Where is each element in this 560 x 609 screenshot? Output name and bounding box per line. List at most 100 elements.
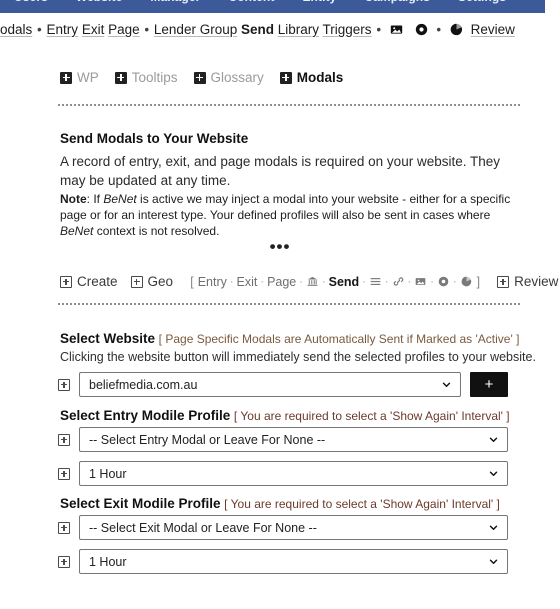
note-emphasis-1: BeNet [103,192,137,206]
topnav-item-manager[interactable]: Manager [150,0,200,3]
expand-plus-icon[interactable] [58,378,70,391]
geo-label: Geo [147,274,174,289]
image-icon[interactable] [415,276,426,287]
breadcrumb-item-triggers[interactable]: Triggers [323,22,372,37]
link-icon[interactable] [393,276,404,287]
breadcrumb-separator: • [376,22,382,37]
create-button[interactable]: Create [60,274,118,289]
tab-tooltips[interactable]: Tooltips [114,70,178,85]
topnav-item-content[interactable]: Content [228,0,274,3]
plus-square-icon[interactable] [193,71,206,84]
action-item-entry[interactable]: Entry [198,275,227,289]
bank-icon [307,276,318,286]
ellipsis-divider: ••• [269,237,291,256]
breadcrumb-item-exit[interactable]: Exit [82,22,105,37]
breadcrumb-separator: • [37,22,42,37]
select-website-label: Select Website [60,331,156,346]
breadcrumb-item-entry[interactable]: Entry [47,22,79,37]
topnav-item-campaigns[interactable]: Campaigns [364,0,430,3]
top-navigation-bar[interactable]: Users Website Manager Content Entity Campaign… [0,0,545,13]
breadcrumb-item-page[interactable]: Page [108,22,140,37]
tab-glossary[interactable]: Glossary [193,70,264,85]
expand-plus-icon[interactable] [58,433,70,446]
entry-interval-select[interactable]: 1 Hour [79,461,508,486]
expand-plus-icon[interactable] [58,521,70,534]
select-website-subtext: Clicking the website button will immedia… [60,350,536,364]
topnav-item-users[interactable]: Users [14,0,48,3]
note-emphasis-2: BeNet [60,224,94,238]
select-website-label-line: Select Website [ Page Specific Modals ar… [60,331,519,346]
review-button[interactable]: Review [497,274,558,289]
item-separator: · [229,275,234,288]
action-item-page[interactable]: Page [267,275,296,289]
geo-button[interactable]: Geo [130,274,174,289]
tab-modals[interactable]: Modals [279,70,344,85]
link-icon [393,277,403,286]
plus-square-icon[interactable] [60,71,72,84]
pie-chart-icon [461,276,471,287]
item-separator: · [384,275,389,288]
breadcrumb-separator: • [144,22,150,37]
add-website-button[interactable]: + [470,372,508,397]
action-item-send[interactable]: Send [329,275,360,289]
plus-square-icon[interactable] [114,71,127,84]
page-root: Users Website Manager Content Entity Campaign… [0,0,560,609]
select-entry-hint: [ You are required to select a 'Show Aga… [233,409,510,423]
record-circle-icon [415,23,427,36]
select-entry-label-line: Select Entry Modile Profile [ You are re… [60,408,510,423]
section-heading: Send Modals to Your Website [60,131,249,146]
action-row[interactable]: Create Geo[Entry · Exit · Page · · Send · · · · ·] Rev… [60,274,558,289]
pie-chart-icon[interactable] [450,23,463,36]
pie-chart-icon [450,23,462,36]
divider-bottom [58,303,520,305]
action-item-exit[interactable]: Exit [237,275,258,289]
tab-label: Tooltips [131,70,178,85]
entry-profile-field-row: -- Select Entry Modal or Leave For None … [58,427,508,452]
tab-label: Glossary [210,70,264,85]
plus-square-outline-icon[interactable] [497,275,510,288]
expand-plus-icon[interactable] [58,467,70,480]
website-select-value: beliefmedia.com.au [89,377,198,392]
list-icon[interactable] [370,276,381,287]
website-select[interactable]: beliefmedia.com.au [79,372,461,397]
image-icon[interactable] [390,23,403,36]
note-text-1: : If [86,192,104,206]
entry-interval-value: 1 Hour [89,466,127,481]
topnav-item-settings[interactable]: Settings [458,0,506,3]
item-separator: · [407,275,412,288]
bank-icon[interactable] [307,276,318,287]
exit-interval-select[interactable]: 1 Hour [79,549,508,574]
note-label: Note [60,192,87,206]
exit-profile-select[interactable]: -- Select Exit Modal or Leave For None -… [79,515,508,540]
breadcrumb-item-library[interactable]: Library [278,22,319,37]
plus-square-icon[interactable] [279,71,292,84]
section-note: Note: If BeNet is active we may inject a… [60,191,512,239]
breadcrumb-item-odals[interactable]: odals [0,22,32,37]
tab-label: Modals [296,70,344,85]
expand-plus-icon[interactable] [58,555,70,568]
tab-wp[interactable]: WP [60,70,99,85]
tab-label: WP [77,70,99,85]
module-tab-row[interactable]: WP Tooltips Glossary Modals [60,70,352,85]
select-exit-hint: [ You are required to select a 'Show Aga… [224,497,500,511]
review-label: Review [514,274,559,289]
breadcrumb[interactable]: odals • Entry Exit Page • Lender Group S… [0,21,560,39]
create-label: Create [77,274,118,289]
item-separator: · [362,275,366,288]
breadcrumb-item-lender-group[interactable]: Lender Group [154,22,237,37]
topnav-item-entity[interactable]: Entity [302,0,336,3]
entry-profile-select[interactable]: -- Select Entry Modal or Leave For None … [79,427,508,452]
plus-square-outline-icon[interactable] [60,275,72,288]
note-text-3: context is not resolved. [93,224,220,238]
record-circle-icon[interactable] [415,23,428,36]
breadcrumb-item-review[interactable]: Review [471,22,515,37]
breadcrumb-item-send[interactable]: Send [241,22,274,37]
divider-top [58,104,520,106]
plus-square-outline-icon[interactable] [130,275,143,288]
image-icon [415,278,426,285]
record-circle-icon[interactable] [438,276,449,287]
chevron-down-icon [489,436,498,442]
pie-chart-icon[interactable] [461,276,472,287]
chevron-down-icon [489,470,498,476]
topnav-item-website[interactable]: Website [76,0,123,3]
